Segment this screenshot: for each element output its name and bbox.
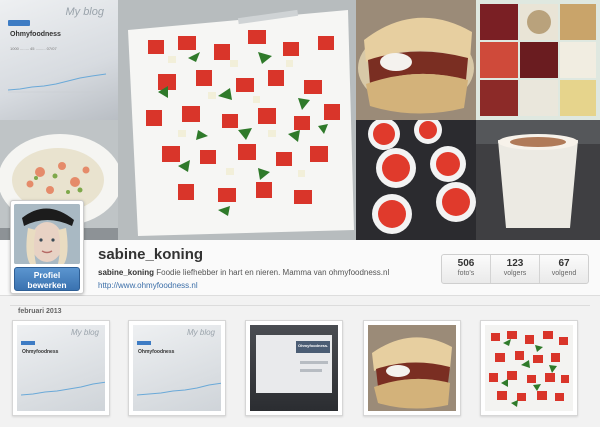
salsa-image bbox=[118, 0, 356, 240]
feed-divider bbox=[10, 305, 590, 306]
thumb4-sandwich bbox=[368, 325, 456, 411]
thumb1-badge bbox=[21, 341, 35, 345]
blog-site-name: Ohmyfoodness bbox=[10, 31, 61, 38]
photo-feed: februari 2013 My blog Ohmyfoodness My bl… bbox=[0, 296, 600, 427]
stat-photos[interactable]: 506 foto's bbox=[442, 255, 491, 283]
thumb3-screen: Ohmyfoodness. bbox=[256, 335, 332, 393]
thumb1-graph bbox=[21, 381, 105, 396]
cover-photo-sandwich[interactable] bbox=[356, 0, 476, 120]
edit-profile-label-line1: Profiel bbox=[33, 270, 61, 280]
blog-badge bbox=[8, 20, 30, 26]
profile-stats: 506 foto's 123 volgers 67 volgend bbox=[441, 254, 589, 284]
bio-text: Foodie liefhebber in hart en nieren. Mam… bbox=[154, 268, 390, 277]
muffin-tray-image bbox=[356, 120, 476, 240]
stat-followers[interactable]: 123 volgers bbox=[491, 255, 540, 283]
stat-followers-label: volgers bbox=[503, 270, 527, 277]
thumb1-site-name: Ohmyfoodness bbox=[22, 349, 59, 355]
feed-photo-laptop-screen-image: Ohmyfoodness. bbox=[250, 325, 338, 411]
feed-photo-salsa[interactable] bbox=[480, 320, 578, 416]
feed-photo-sandwich[interactable] bbox=[363, 320, 461, 416]
profile-bio: sabine_koning Foodie liefhebber in hart … bbox=[98, 268, 389, 277]
bio-username[interactable]: sabine_koning bbox=[98, 268, 154, 277]
sandwich-image bbox=[356, 0, 476, 120]
avatar-portrait bbox=[14, 204, 80, 264]
avatar[interactable] bbox=[14, 204, 80, 264]
feed-photo-blog-stats-1[interactable]: My blog Ohmyfoodness bbox=[12, 320, 110, 416]
feed-photo-blog-stats-2[interactable]: My blog Ohmyfoodness bbox=[128, 320, 226, 416]
feed-photo-blog-stats-1-image: My blog Ohmyfoodness bbox=[17, 325, 105, 411]
stat-photos-value: 506 bbox=[457, 258, 475, 269]
instagram-profile-page: My blog Ohmyfoodness 1000 ........ 45 ..… bbox=[0, 0, 600, 427]
edit-profile-label-line2: bewerken bbox=[27, 280, 67, 290]
thumb1-blog-label: My blog bbox=[70, 328, 99, 337]
cover-photo-muffin-tray[interactable] bbox=[356, 120, 476, 240]
thumb3-line bbox=[300, 361, 328, 364]
blog-graph bbox=[8, 73, 107, 93]
stat-following-label: volgend bbox=[551, 270, 577, 277]
stat-followers-value: 123 bbox=[506, 258, 524, 269]
cover-mosaic: My blog Ohmyfoodness 1000 ........ 45 ..… bbox=[0, 0, 600, 240]
feed-photo-sandwich-image bbox=[368, 325, 456, 411]
thumb2-site-name: Ohmyfoodness bbox=[138, 349, 175, 355]
blog-stats-row: 1000 ........ 45 ......... 07/07 bbox=[10, 46, 57, 51]
thumb2-badge bbox=[137, 341, 151, 345]
cover-photo-blog-stats[interactable]: My blog Ohmyfoodness 1000 ........ 45 ..… bbox=[0, 0, 118, 120]
cover-photo-milkshake[interactable] bbox=[476, 120, 600, 240]
edit-profile-button[interactable]: Profiel bewerken bbox=[14, 267, 80, 291]
thumb2-blog-label: My blog bbox=[186, 328, 215, 337]
feed-photo-laptop-screen[interactable]: Ohmyfoodness. bbox=[245, 320, 343, 416]
thumb2-graph bbox=[137, 382, 221, 396]
stat-following-value: 67 bbox=[558, 258, 570, 269]
blog-label: My blog bbox=[65, 6, 104, 18]
milkshake-image bbox=[476, 120, 600, 240]
thumb5-salsa bbox=[485, 325, 573, 411]
profile-username: sabine_koning bbox=[98, 246, 204, 263]
feed-month-heading: februari 2013 bbox=[18, 308, 62, 315]
cover-photo-salsa[interactable] bbox=[118, 0, 356, 240]
feed-photo-salsa-image bbox=[485, 325, 573, 411]
stat-photos-label: foto's bbox=[457, 270, 475, 277]
thumb3-line-2 bbox=[300, 369, 322, 372]
cover-photo-collage[interactable] bbox=[476, 0, 600, 120]
stat-following[interactable]: 67 volgend bbox=[540, 255, 588, 283]
collage-image bbox=[476, 0, 600, 120]
profile-website-link[interactable]: http://www.ohmyfoodness.nl bbox=[98, 281, 198, 290]
thumb3-title: Ohmyfoodness. bbox=[298, 343, 329, 348]
blog-screenshot: My blog Ohmyfoodness 1000 ........ 45 ..… bbox=[0, 0, 118, 120]
avatar-card: Profiel bewerken bbox=[10, 200, 84, 294]
feed-photo-blog-stats-2-image: My blog Ohmyfoodness bbox=[133, 325, 221, 411]
